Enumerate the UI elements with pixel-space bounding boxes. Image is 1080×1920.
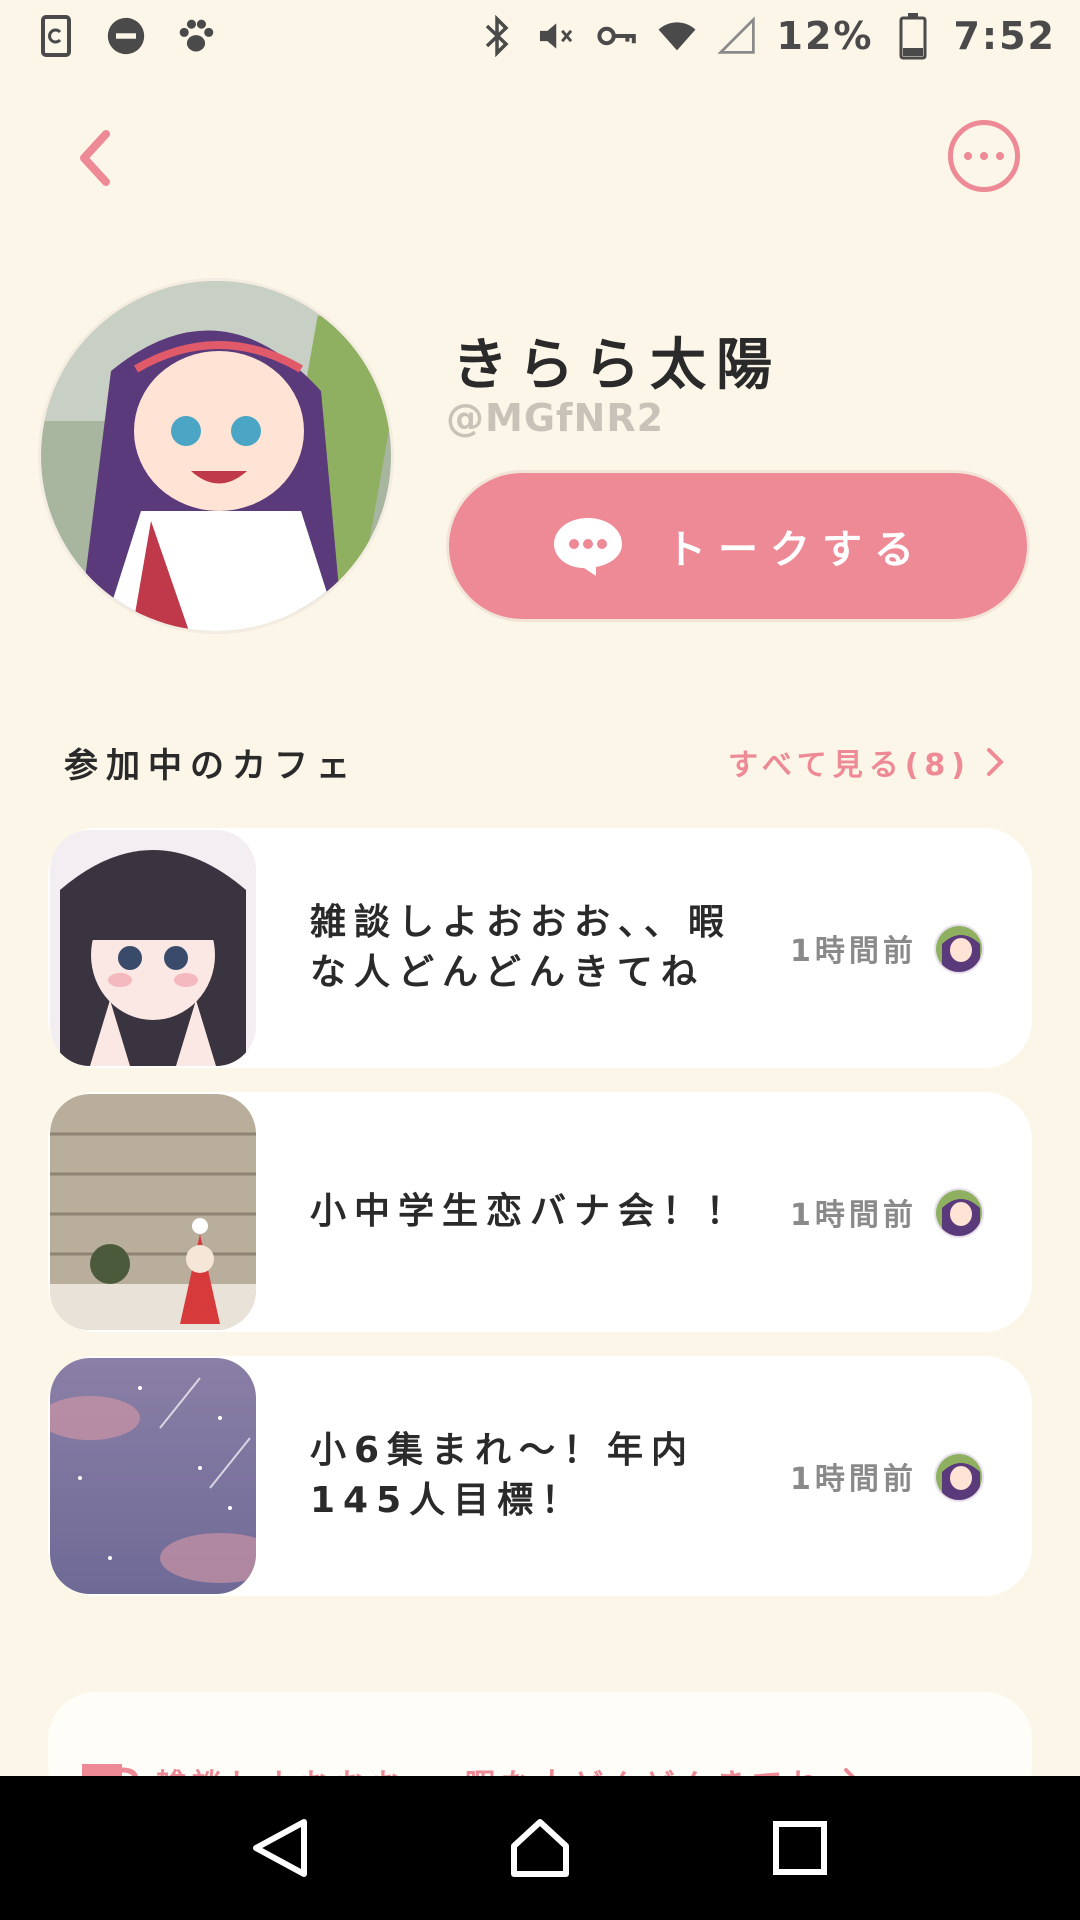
battery-icon (893, 13, 933, 60)
bluetooth-icon (477, 14, 517, 58)
profile-name: きらら太陽 (452, 333, 782, 398)
cafe-title: 雑談しよおおお、、暇な人どんどんきてね (310, 902, 733, 993)
cafe-member-avatar (934, 1452, 984, 1502)
cafe-time: 1時間前 (790, 1462, 917, 1497)
paw-icon (176, 16, 216, 56)
cafe-list-item[interactable]: 雑談しよおおお、、暇な人どんどんきてね 1時間前 (48, 828, 1032, 1068)
chat-bubble-icon (554, 518, 622, 576)
nav-back-button[interactable] (230, 1798, 330, 1898)
more-dot (980, 152, 988, 160)
signal-icon (716, 16, 757, 56)
cafe-title: 小6集まれ〜！年内145人目標！ (310, 1430, 696, 1521)
cafe-thumbnail (50, 830, 256, 1066)
cafe-time: 1時間前 (790, 934, 917, 969)
more-horizontal-icon (964, 152, 972, 160)
see-all-link[interactable]: すべて見る(8) (728, 738, 1005, 786)
cafe-member-avatar (934, 1188, 984, 1238)
cafe-list-item[interactable]: 小6集まれ〜！年内145人目標！ 1時間前 (48, 1356, 1032, 1596)
vpn-key-icon (596, 16, 637, 56)
chevron-left-icon (80, 130, 110, 186)
see-all-label: すべて見る(8) (728, 748, 971, 783)
cafe-time: 1時間前 (790, 1198, 917, 1233)
more-dot (996, 152, 1004, 160)
talk-button[interactable]: トークする (446, 470, 1030, 622)
nav-home-button[interactable] (490, 1798, 590, 1898)
avatar[interactable] (38, 278, 394, 634)
clock: 7:52 (953, 14, 1056, 58)
cafe-member-avatar (934, 924, 984, 974)
navigation-bar (0, 1776, 1080, 1920)
more-button[interactable] (948, 120, 1020, 192)
do-not-disturb-icon (106, 16, 146, 56)
home-icon (511, 1819, 569, 1877)
back-button[interactable] (64, 118, 124, 198)
phone-sync-icon (36, 15, 76, 57)
wifi-icon (657, 16, 697, 56)
square-recents-icon (773, 1821, 827, 1875)
talk-button-label: トークする (666, 527, 926, 573)
status-bar: 12% 7:52 (0, 0, 1080, 72)
battery-percent: 12% (776, 14, 874, 58)
profile-handle: @MGfNR2 (446, 396, 665, 440)
cafe-thumbnail (50, 1358, 256, 1594)
cafe-thumbnail (50, 1094, 256, 1330)
section-title: 参加中のカフェ (64, 746, 358, 786)
chevron-right-icon (987, 748, 1004, 776)
cafe-list-item[interactable]: 小中学生恋バナ会！！ 1時間前 (48, 1092, 1032, 1332)
nav-recents-button[interactable] (750, 1798, 850, 1898)
status-left (36, 15, 216, 57)
cafe-title: 小中学生恋バナ会！！ (310, 1191, 751, 1232)
mute-icon (537, 16, 577, 56)
triangle-back-icon (253, 1819, 307, 1877)
status-right: 12% 7:52 (477, 13, 1057, 60)
